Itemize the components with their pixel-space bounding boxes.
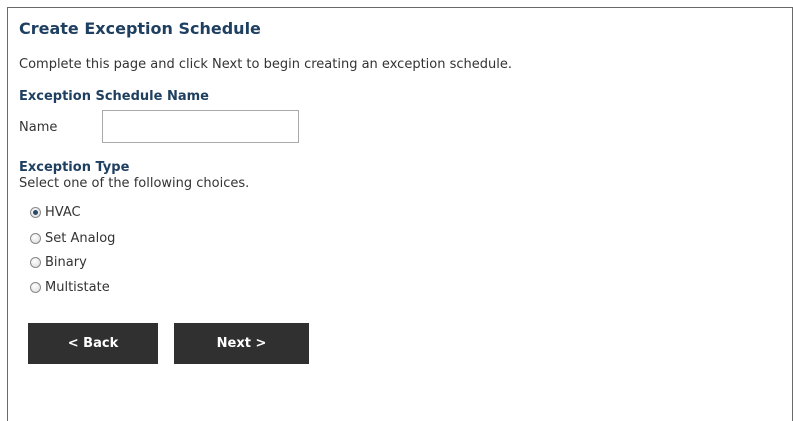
exception-type-help: Select one of the following choices. bbox=[19, 176, 250, 191]
name-label: Name bbox=[19, 120, 58, 135]
radio-button-icon[interactable] bbox=[30, 256, 41, 268]
radio-option-set-analog[interactable]: Set Analog bbox=[30, 229, 115, 247]
page-title: Create Exception Schedule bbox=[19, 19, 261, 38]
radio-button-icon[interactable] bbox=[30, 232, 41, 244]
radio-option-binary[interactable]: Binary bbox=[30, 253, 87, 271]
exception-type-heading: Exception Type bbox=[19, 160, 130, 175]
radio-label: HVAC bbox=[45, 204, 81, 220]
schedule-name-heading: Exception Schedule Name bbox=[19, 89, 209, 104]
radio-button-icon[interactable] bbox=[30, 281, 41, 293]
next-button[interactable]: Next > bbox=[174, 323, 309, 364]
radio-label: Set Analog bbox=[45, 230, 116, 246]
name-input[interactable] bbox=[102, 110, 299, 143]
radio-button-icon[interactable] bbox=[30, 206, 41, 218]
radio-option-hvac[interactable]: HVAC bbox=[30, 203, 81, 221]
back-button[interactable]: < Back bbox=[28, 323, 158, 364]
radio-label: Multistate bbox=[45, 279, 110, 295]
radio-option-multistate[interactable]: Multistate bbox=[30, 278, 110, 296]
radio-label: Binary bbox=[45, 254, 87, 270]
intro-text: Complete this page and click Next to beg… bbox=[19, 57, 512, 72]
